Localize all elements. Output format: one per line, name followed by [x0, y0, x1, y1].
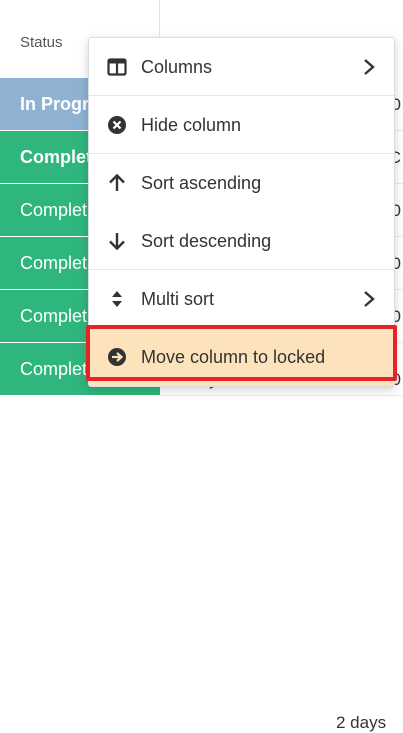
- menu-item-label: Sort descending: [141, 231, 272, 251]
- close-circle-icon: [107, 115, 127, 135]
- status-text: Complet: [20, 147, 92, 167]
- menu-item-sort-ascending[interactable]: Sort ascending: [89, 154, 394, 212]
- arrow-right-circle-icon: [107, 347, 127, 367]
- chevron-right-icon: [362, 57, 376, 77]
- menu-item-label: Sort ascending: [141, 173, 262, 193]
- menu-item-label: Hide column: [141, 115, 242, 135]
- menu-item-columns[interactable]: Columns: [89, 38, 394, 96]
- menu-item-move-column-to-locked[interactable]: Move column to locked: [89, 328, 394, 386]
- status-text: In Progr: [20, 94, 90, 114]
- menu-item-sort-descending[interactable]: Sort descending: [89, 212, 394, 270]
- menu-item-label: Columns: [141, 57, 213, 77]
- columns-icon: [107, 57, 127, 77]
- chevron-right-icon: [362, 289, 376, 309]
- arrow-down-icon: [107, 231, 127, 251]
- arrow-up-icon: [107, 173, 127, 193]
- status-text: Complet: [20, 253, 88, 273]
- column-header-status-label: Status: [20, 34, 63, 51]
- menu-item-label: Multi sort: [141, 289, 215, 309]
- status-text: Complet: [20, 200, 88, 220]
- status-text: Complet: [20, 306, 88, 326]
- menu-item-label: Move column to locked: [141, 347, 326, 367]
- menu-item-multi-sort[interactable]: Multi sort: [89, 270, 394, 328]
- sort-icon: [107, 289, 127, 309]
- duration-value: 2 days: [336, 713, 387, 732]
- menu-item-hide-column[interactable]: Hide column: [89, 96, 394, 154]
- column-context-menu: Columns Hide column Sort ascending Sort …: [88, 37, 395, 387]
